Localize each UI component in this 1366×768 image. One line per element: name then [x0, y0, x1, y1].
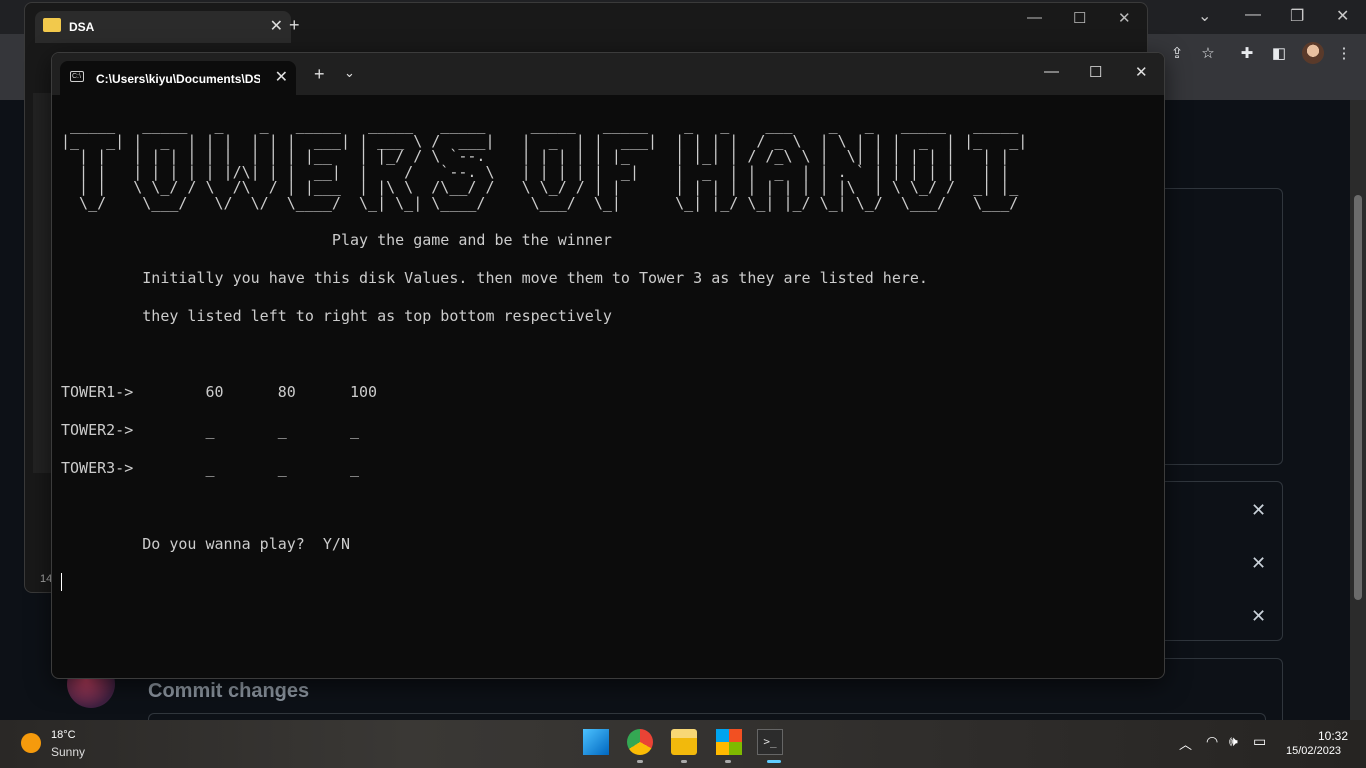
explorer-maximize-button[interactable]: ☐: [1073, 9, 1086, 27]
tower1-line: TOWER1-> 60 80 100: [61, 382, 378, 401]
close-icon[interactable]: ✕: [275, 67, 288, 87]
chrome-app-icon[interactable]: [627, 729, 653, 755]
explorer-tab[interactable]: DSA ✕: [35, 11, 291, 43]
share-icon[interactable]: ⇪: [1167, 44, 1187, 64]
weather-temperature[interactable]: 18°C: [51, 729, 76, 741]
remove-file-icon[interactable]: ✕: [1251, 606, 1344, 627]
chevron-down-icon[interactable]: ⌄: [344, 65, 355, 81]
close-icon[interactable]: ✕: [270, 16, 283, 36]
clock-date[interactable]: 15/02/2023: [1286, 745, 1341, 757]
tower2-line: TOWER2-> _ _ _: [61, 420, 360, 439]
terminal-window: C:\ C:\Users\kiyu\Documents\DSA ✕ + ⌄ — …: [51, 52, 1165, 679]
commit-title: Commit changes: [148, 680, 310, 702]
input-line[interactable]: [61, 573, 1161, 592]
chrome-close-button[interactable]: ✕: [1336, 6, 1349, 26]
subtitle-line: Play the game and be the winner: [61, 230, 612, 249]
terminal-titlebar: C:\ C:\Users\kiyu\Documents\DSA ✕ + ⌄ — …: [52, 53, 1164, 95]
remove-file-icon[interactable]: ✕: [1251, 500, 1344, 521]
ascii-title: _____ _____ _ _ _____ _____ _____ _____ …: [61, 116, 1028, 212]
tower3-line: TOWER3-> _ _ _: [61, 458, 360, 477]
terminal-minimize-button[interactable]: —: [1044, 63, 1059, 80]
windows-start-icon[interactable]: [583, 729, 609, 755]
battery-icon[interactable]: ▭: [1253, 733, 1266, 750]
running-indicator: [681, 760, 687, 763]
terminal-output[interactable]: _____ _____ _ _ _____ _____ _____ _____ …: [61, 99, 1161, 669]
running-indicator: [725, 760, 731, 763]
cmd-icon: C:\: [70, 71, 84, 82]
running-indicator: [637, 760, 643, 763]
explorer-tab-title: DSA: [69, 20, 95, 34]
clock-time[interactable]: 10:32: [1318, 729, 1348, 743]
explorer-close-button[interactable]: ✕: [1118, 9, 1131, 27]
side-panel-icon[interactable]: ◧: [1269, 44, 1289, 64]
new-tab-button[interactable]: +: [289, 15, 300, 36]
volume-icon[interactable]: 🕪: [1229, 733, 1238, 750]
intro-line: they listed left to right as top bottom …: [61, 306, 612, 325]
terminal-tab-title: C:\Users\kiyu\Documents\DSA: [96, 72, 260, 86]
chrome-menu-icon[interactable]: ⋮: [1334, 44, 1354, 64]
chrome-restore-button[interactable]: ❐: [1290, 6, 1304, 26]
prompt-line: Do you wanna play? Y/N: [61, 534, 350, 553]
file-explorer-icon[interactable]: [671, 729, 697, 755]
scrollbar-thumb[interactable]: [1354, 195, 1362, 600]
terminal-app-icon[interactable]: >_: [757, 729, 783, 755]
store-app-icon[interactable]: [716, 729, 742, 755]
chrome-minimize-button[interactable]: —: [1245, 6, 1261, 24]
extensions-icon[interactable]: ✚: [1237, 44, 1257, 64]
bookmark-star-icon[interactable]: ☆: [1198, 44, 1218, 64]
wifi-icon[interactable]: ◠: [1206, 733, 1218, 750]
terminal-close-button[interactable]: ✕: [1135, 63, 1148, 81]
terminal-maximize-button[interactable]: ☐: [1089, 63, 1102, 81]
explorer-minimize-button[interactable]: —: [1027, 9, 1042, 26]
explorer-sidebar: [33, 93, 53, 473]
profile-avatar[interactable]: [1302, 42, 1324, 64]
folder-icon: [43, 18, 61, 32]
new-tab-button[interactable]: +: [314, 64, 325, 85]
intro-line: Initially you have this disk Values. the…: [61, 268, 928, 287]
sun-icon[interactable]: [21, 733, 41, 753]
remove-file-icon[interactable]: ✕: [1251, 553, 1344, 574]
chevron-up-icon[interactable]: ︿: [1179, 734, 1192, 753]
weather-condition[interactable]: Sunny: [51, 745, 85, 759]
page-scrollbar[interactable]: [1350, 100, 1366, 720]
text-cursor: [61, 573, 62, 592]
active-indicator: [767, 760, 781, 763]
file-panel: [1150, 188, 1283, 465]
chrome-tab-search-icon[interactable]: ⌄: [1198, 6, 1211, 26]
terminal-tab[interactable]: C:\ C:\Users\kiyu\Documents\DSA ✕: [60, 61, 296, 95]
